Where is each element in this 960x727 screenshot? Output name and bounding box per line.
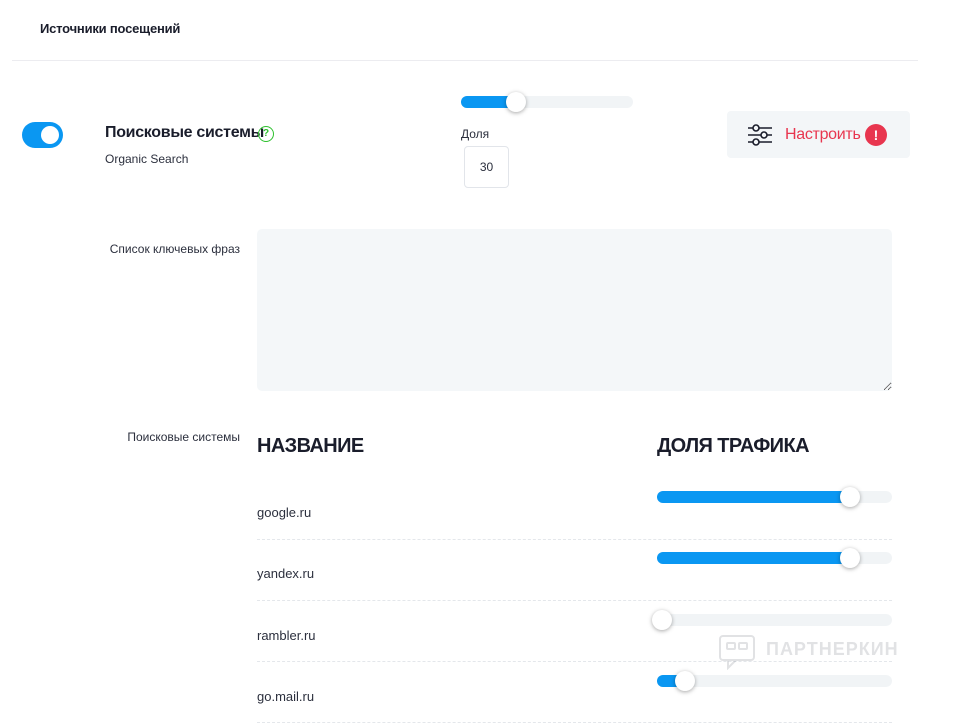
share-label: Доля	[461, 127, 490, 141]
engine-share-thumb[interactable]	[675, 671, 696, 691]
engine-name: go.mail.ru	[257, 689, 315, 704]
configure-label: Настроить	[785, 126, 861, 143]
keywords-label: Список ключевых фраз	[109, 242, 240, 256]
watermark-text: ПАРТНЕРКИН	[766, 639, 899, 659]
engine-share-thumb[interactable]	[839, 548, 860, 568]
engine-share-slider[interactable]	[657, 487, 892, 507]
engines-label: Поисковые системы	[127, 430, 240, 444]
watermark-logo-icon	[719, 635, 755, 670]
toggle-knob	[41, 126, 59, 144]
engine-share-slider[interactable]	[657, 548, 892, 568]
share-slider-thumb[interactable]	[506, 92, 527, 112]
share-slider[interactable]	[461, 92, 633, 112]
row-divider	[257, 539, 892, 540]
section-title: Источники посещений	[40, 21, 181, 36]
sliders-icon	[748, 124, 772, 146]
engine-share-thumb[interactable]	[651, 610, 672, 630]
source-enabled-toggle[interactable]	[22, 122, 63, 148]
source-subtitle: Organic Search	[105, 152, 189, 166]
engine-name: google.ru	[257, 505, 312, 520]
row-divider	[257, 722, 892, 723]
engine-name: yandex.ru	[257, 566, 315, 581]
engine-share-fill	[657, 552, 850, 564]
row-divider	[257, 600, 892, 601]
help-icon[interactable]: ?	[258, 126, 274, 142]
engine-share-slider[interactable]	[657, 671, 892, 691]
keywords-textarea[interactable]	[257, 229, 892, 391]
engine-share-slider[interactable]	[651, 610, 892, 630]
row-divider	[257, 661, 892, 662]
engine-share-fill	[657, 491, 850, 503]
configure-button[interactable]: Настроить !	[727, 111, 910, 158]
column-header-share: ДОЛЯ ТРАФИКА	[657, 435, 810, 457]
engine-share-thumb[interactable]	[839, 487, 860, 507]
share-input[interactable]: 30	[464, 146, 509, 188]
engine-name: rambler.ru	[257, 628, 316, 643]
column-header-name: НАЗВАНИЕ	[257, 435, 364, 457]
section-divider	[12, 60, 918, 61]
source-name: Поисковые системы	[105, 124, 264, 141]
alert-icon: !	[865, 124, 887, 146]
